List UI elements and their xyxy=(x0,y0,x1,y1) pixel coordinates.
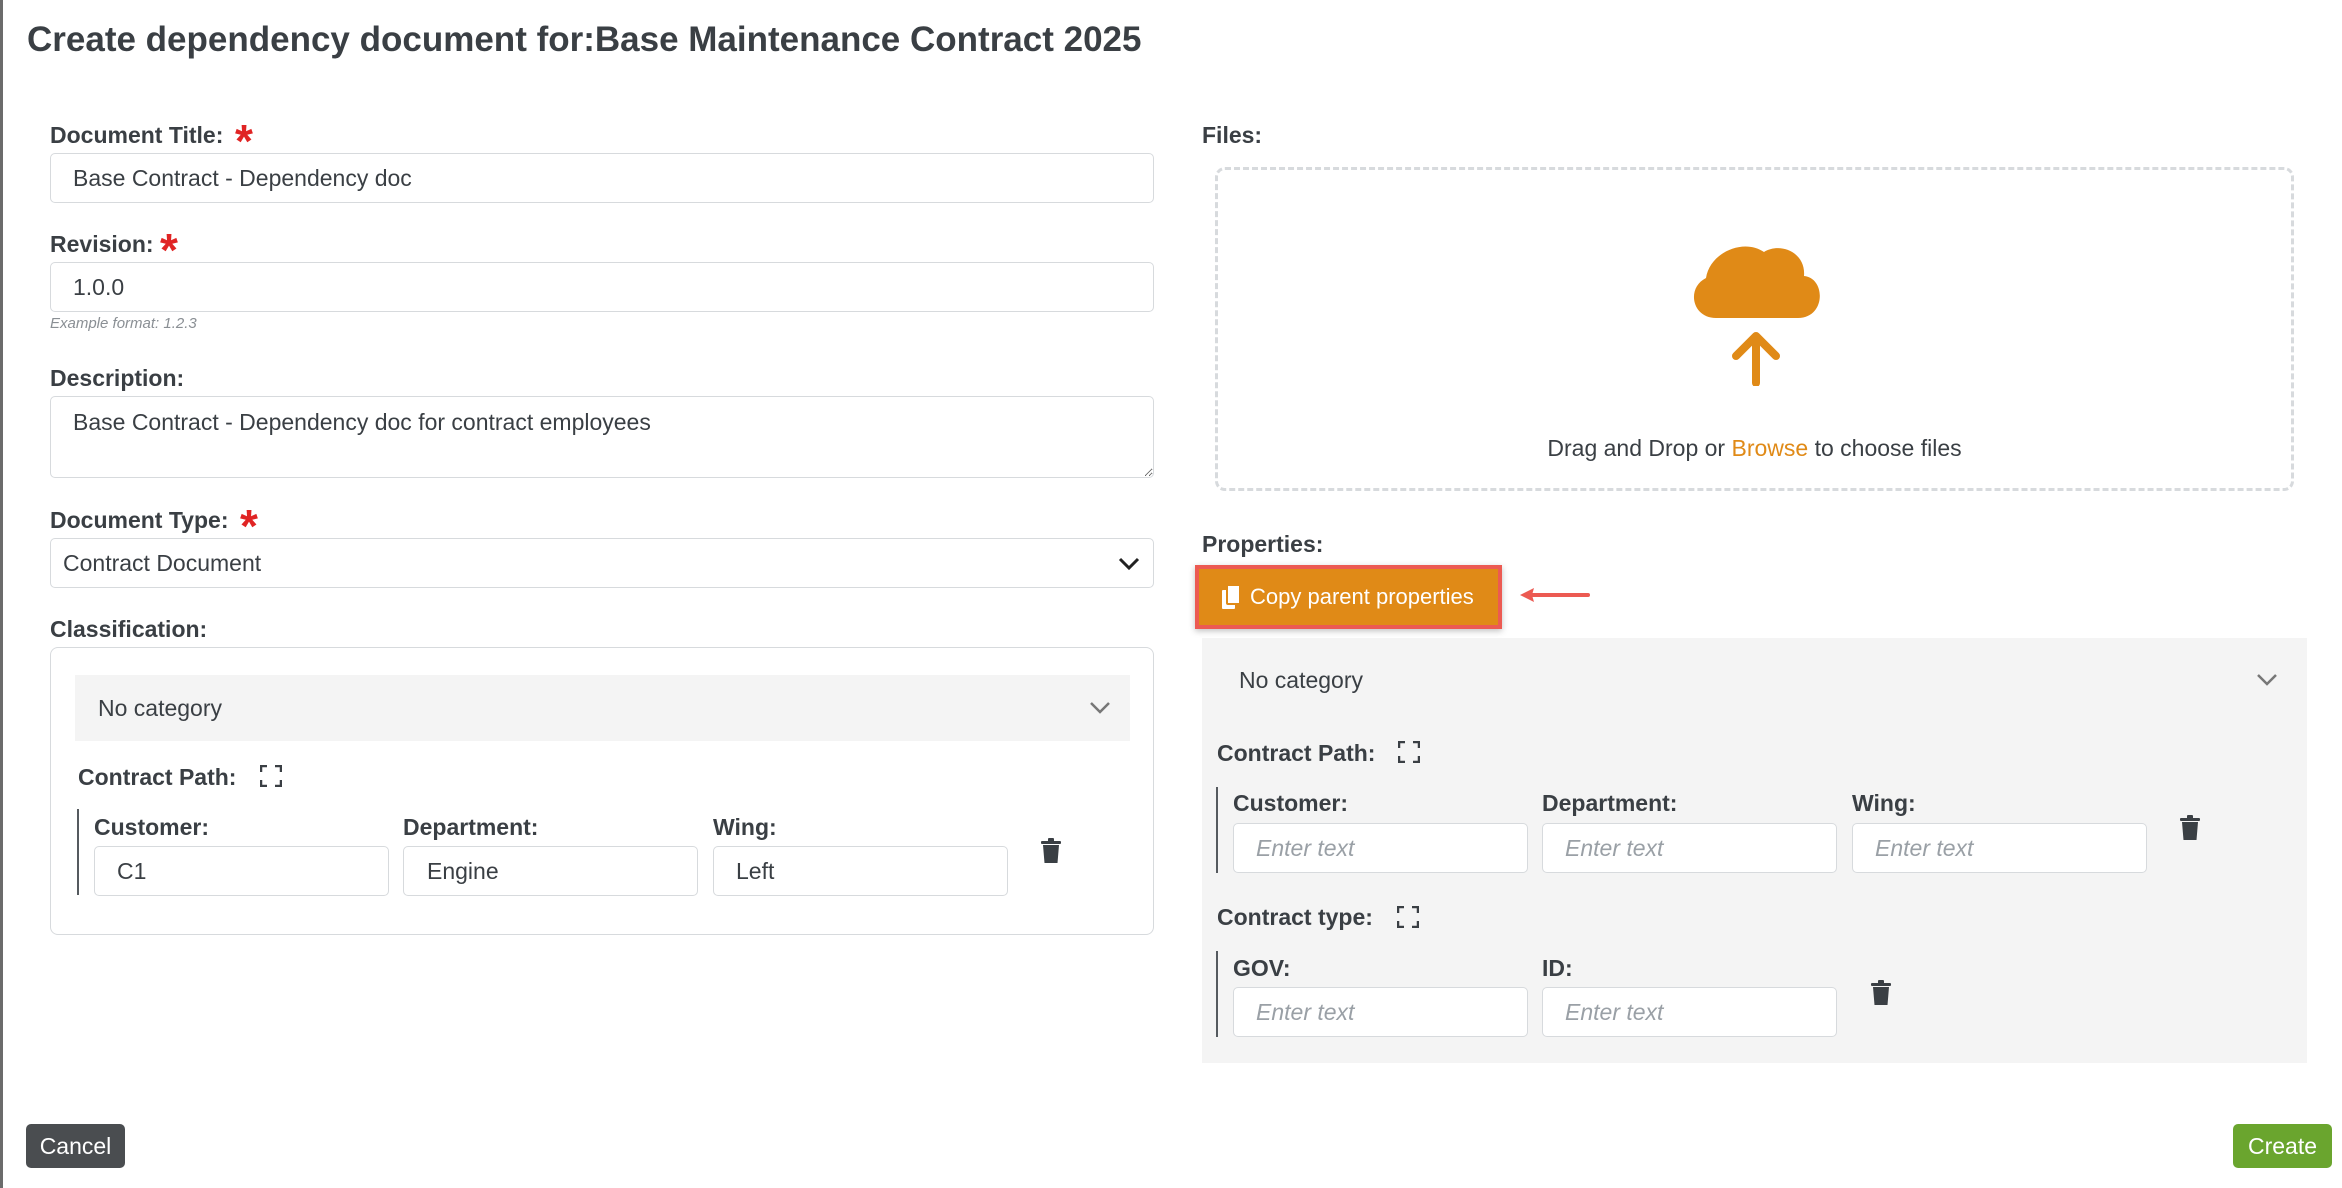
wing-label: Wing: xyxy=(1852,790,1916,816)
dropzone-text: Drag and Drop or Browse to choose files xyxy=(1218,435,2291,462)
description-textarea[interactable]: Base Contract - Dependency doc for contr… xyxy=(50,396,1154,478)
group-indent-bar xyxy=(1216,787,1218,873)
document-type-value: Contract Document xyxy=(63,549,262,576)
id-input[interactable] xyxy=(1542,987,1837,1037)
properties-category-value: No category xyxy=(1239,666,1364,693)
cloud-upload-icon xyxy=(1693,246,1820,386)
copy-parent-properties-label: Copy parent properties xyxy=(1250,584,1474,609)
contract-path-title: Contract Path: xyxy=(1217,740,1376,766)
copy-icon xyxy=(1222,585,1240,609)
revision-hint: Example format: 1.2.3 xyxy=(50,315,197,332)
document-title-label: Document Title: xyxy=(50,122,224,148)
arrow-left-icon xyxy=(1520,588,1590,602)
customer-input[interactable] xyxy=(94,846,389,896)
dropzone-text-after: to choose files xyxy=(1808,435,1962,461)
cancel-button[interactable]: Cancel xyxy=(26,1124,125,1168)
copy-parent-properties-button-body: Copy parent properties xyxy=(1202,572,1495,622)
trash-icon[interactable] xyxy=(2180,815,2200,840)
browse-link[interactable]: Browse xyxy=(1731,435,1808,461)
customer-label: Customer: xyxy=(94,814,210,840)
window-edge xyxy=(0,0,3,1188)
wing-input[interactable] xyxy=(1852,823,2147,873)
trash-icon[interactable] xyxy=(1871,980,1891,1005)
revision-label: Revision: xyxy=(50,231,154,257)
wing-label: Wing: xyxy=(713,814,777,840)
properties-category-select[interactable]: No category xyxy=(1216,648,2297,712)
chevron-down-icon xyxy=(2257,674,2277,686)
revision-input[interactable] xyxy=(50,262,1154,312)
classification-category-select[interactable]: No category xyxy=(75,675,1130,741)
chevron-down-icon xyxy=(1118,557,1140,571)
description-label: Description: xyxy=(50,365,185,391)
department-input[interactable] xyxy=(1542,823,1837,873)
expand-icon[interactable] xyxy=(260,765,282,787)
id-label: ID: xyxy=(1542,955,1573,981)
contract-path-title: Contract Path: xyxy=(78,764,237,790)
properties-panel: No category Contract Path: Customer: Dep… xyxy=(1202,638,2307,1063)
customer-label: Customer: xyxy=(1233,790,1349,816)
expand-icon[interactable] xyxy=(1397,906,1419,928)
wing-input[interactable] xyxy=(713,846,1008,896)
page-title: Create dependency document for:Base Main… xyxy=(27,20,1142,59)
properties-label: Properties: xyxy=(1202,531,1324,557)
document-title-input[interactable] xyxy=(50,153,1154,203)
group-indent-bar xyxy=(77,809,79,895)
files-label: Files: xyxy=(1202,122,1263,148)
department-label: Department: xyxy=(1542,790,1678,816)
department-label: Department: xyxy=(403,814,539,840)
file-dropzone[interactable]: Drag and Drop or Browse to choose files xyxy=(1215,167,2294,491)
classification-label: Classification: xyxy=(50,616,208,642)
customer-input[interactable] xyxy=(1233,823,1528,873)
classification-panel: No category Contract Path: Customer: Dep… xyxy=(50,647,1154,935)
group-indent-bar xyxy=(1216,951,1218,1037)
document-type-select[interactable]: Contract Document xyxy=(50,538,1154,588)
classification-category-value: No category xyxy=(98,694,223,721)
chevron-down-icon xyxy=(1090,702,1110,714)
gov-input[interactable] xyxy=(1233,987,1528,1037)
dropzone-text-before: Drag and Drop or xyxy=(1547,435,1732,461)
create-button[interactable]: Create xyxy=(2233,1124,2332,1168)
contract-type-title: Contract type: xyxy=(1217,904,1373,930)
copy-parent-properties-button[interactable]: Copy parent properties xyxy=(1195,565,1502,629)
gov-label: GOV: xyxy=(1233,955,1291,981)
department-input[interactable] xyxy=(403,846,698,896)
expand-icon[interactable] xyxy=(1398,741,1420,763)
trash-icon[interactable] xyxy=(1041,838,1061,863)
document-type-label: Document Type: xyxy=(50,507,229,533)
